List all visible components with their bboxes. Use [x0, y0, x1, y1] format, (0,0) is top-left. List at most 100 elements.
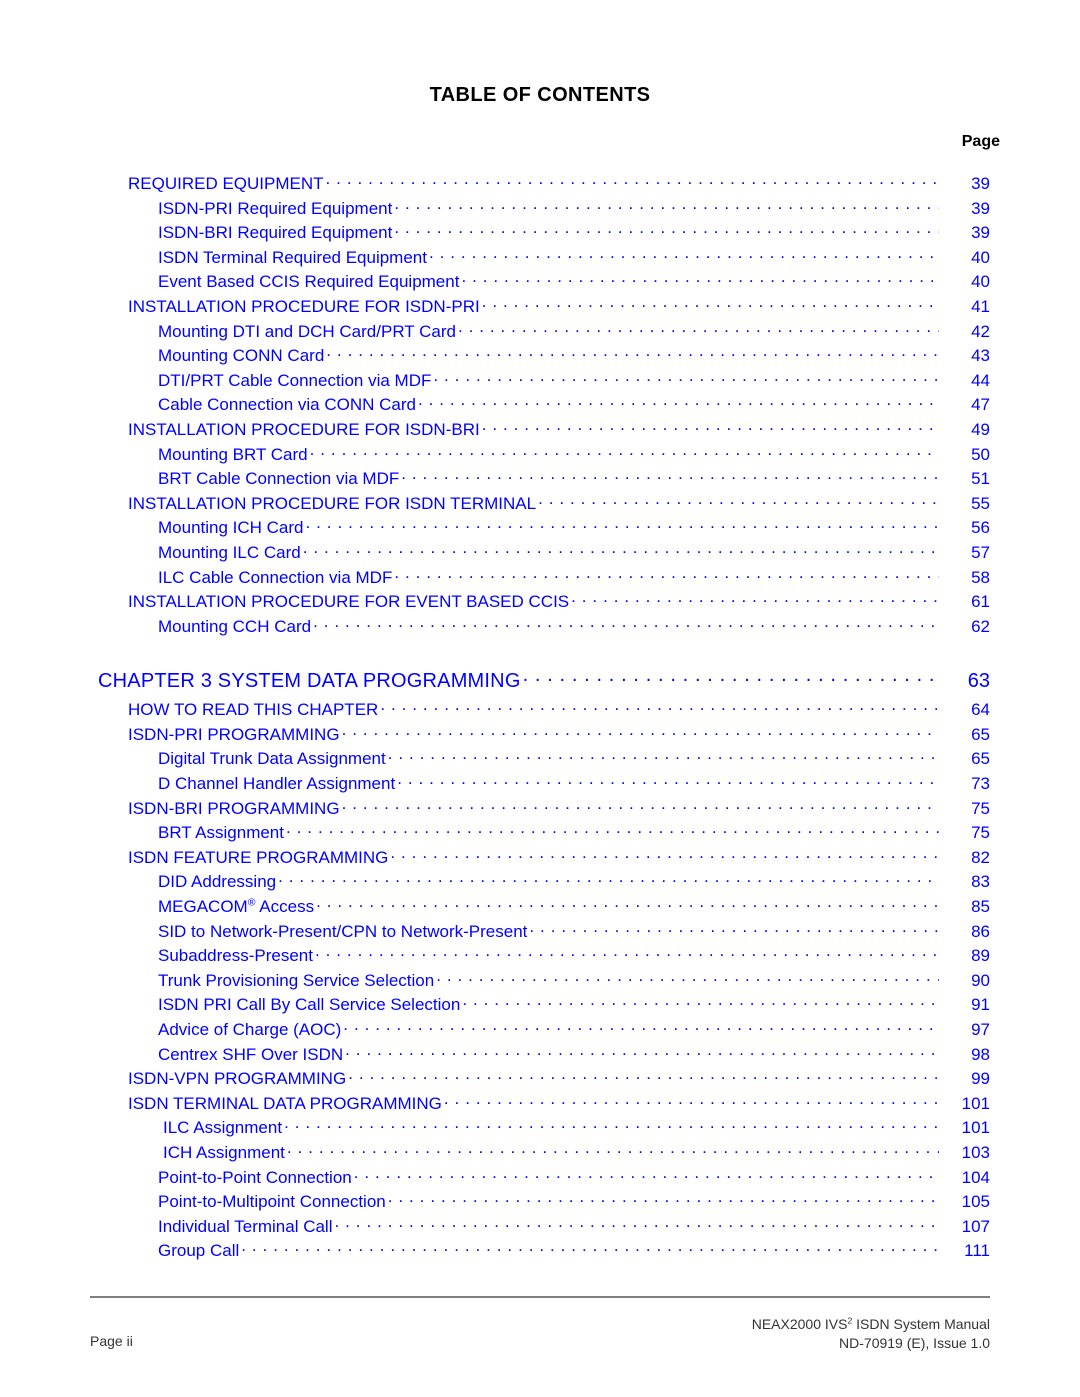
- toc-entry-page-number: 41: [971, 296, 990, 316]
- toc-entry-label: INSTALLATION PROCEDURE FOR ISDN-BRI: [128, 419, 480, 439]
- toc-entry-label: ICH Assignment: [163, 1142, 285, 1162]
- toc-entry-page-number: 39: [971, 174, 990, 193]
- toc-section-entry[interactable]: ISDN TERMINAL DATA PROGRAMMING 101: [0, 1092, 1080, 1117]
- toc-page-cell: 86: [944, 922, 1080, 942]
- toc-entry-page-number: 111: [964, 1241, 990, 1261]
- toc-subsection-entry[interactable]: Cable Connection via CONN Card 47: [0, 393, 1080, 418]
- toc-entry-page-number: 42: [971, 321, 990, 341]
- toc-chapter-entry[interactable]: CHAPTER 3 SYSTEM DATA PROGRAMMING 63: [0, 667, 1080, 698]
- toc-entry-label: Digital Trunk Data Assignment: [158, 749, 386, 769]
- toc-subsection-entry[interactable]: BRT Cable Connection via MDF 51: [0, 467, 1080, 492]
- toc-subsection-entry[interactable]: Mounting CONN Card 43: [0, 344, 1080, 369]
- toc-entry-page-number: 105: [961, 1192, 990, 1212]
- toc-entry-label: ISDN-BRI PROGRAMMING: [128, 798, 340, 818]
- toc-entry-page-number: 44: [971, 370, 990, 390]
- toc-page-cell: 40: [944, 248, 1080, 268]
- toc-entry-page-number: 73: [971, 774, 990, 794]
- toc-page-cell: 83: [944, 872, 1080, 892]
- toc-subsection-entry[interactable]: Mounting CCH Card 62: [0, 615, 1080, 640]
- page-footer: Page ii NEAX2000 IVS2 ISDN System Manual…: [0, 1310, 1080, 1370]
- toc-section-entry[interactable]: INSTALLATION PROCEDURE FOR ISDN-PRI 41: [0, 295, 1080, 320]
- toc-subsection-entry[interactable]: ISDN-BRI Required Equipment 39: [0, 221, 1080, 246]
- toc-page-cell: 99: [944, 1069, 1080, 1089]
- toc-subsection-entry[interactable]: D Channel Handler Assignment 73: [0, 772, 1080, 797]
- toc-section-entry[interactable]: INSTALLATION PROCEDURE FOR ISDN TERMINAL…: [0, 492, 1080, 517]
- toc-page-cell: 65: [944, 725, 1080, 745]
- toc-subsection-entry[interactable]: Advice of Charge (AOC) 97: [0, 1018, 1080, 1043]
- toc-page-cell: 97: [944, 1020, 1080, 1040]
- toc-subsection-entry[interactable]: Subaddress-Present 89: [0, 944, 1080, 969]
- toc-page-cell: 73: [944, 774, 1080, 794]
- toc-entry-label: Mounting DTI and DCH Card/PRT Card: [158, 321, 456, 341]
- dot-leader: [394, 221, 939, 238]
- toc-page-cell: 63: [944, 670, 1080, 693]
- toc-page-cell: 56: [944, 518, 1080, 538]
- toc-subsection-entry[interactable]: DTI/PRT Cable Connection via MDF 44: [0, 369, 1080, 394]
- toc-subsection-entry[interactable]: Mounting ILC Card 57: [0, 541, 1080, 566]
- toc-entry-page-number: 40: [971, 272, 990, 292]
- toc-section-entry[interactable]: ISDN-PRI PROGRAMMING 65: [0, 723, 1080, 748]
- toc-subsection-entry[interactable]: Point-to-Point Connection 104: [0, 1166, 1080, 1191]
- dot-leader: [397, 772, 939, 789]
- toc-page-cell: 41: [944, 297, 1080, 317]
- dot-leader: [287, 1141, 939, 1158]
- toc-subsection-entry[interactable]: ISDN Terminal Required Equipment 40: [0, 246, 1080, 271]
- toc-subsection-entry[interactable]: ISDN-PRI Required Equipment 39: [0, 197, 1080, 222]
- toc-subsection-entry[interactable]: ILC Assignment 101: [0, 1116, 1080, 1141]
- toc-section-entry[interactable]: ISDN-VPN PROGRAMMING 99: [0, 1067, 1080, 1092]
- toc-entry-label: SID to Network-Present/CPN to Network-Pr…: [158, 921, 528, 941]
- toc-entry-label: DID Addressing: [158, 872, 277, 892]
- dot-leader: [538, 492, 939, 509]
- toc-entry-page-number: 39: [971, 198, 990, 218]
- toc-section-entry[interactable]: INSTALLATION PROCEDURE FOR ISDN-BRI 49: [0, 418, 1080, 443]
- toc-subsection-entry[interactable]: ILC Cable Connection via MDF 58: [0, 566, 1080, 591]
- toc-section-entry[interactable]: ISDN-BRI PROGRAMMING 75: [0, 797, 1080, 822]
- toc-page-cell: 39: [944, 199, 1080, 219]
- dot-leader: [326, 172, 939, 189]
- footer-manual-title: NEAX2000 IVS2 ISDN System Manual: [751, 1315, 990, 1332]
- toc-subsection-entry[interactable]: Digital Trunk Data Assignment 65: [0, 747, 1080, 772]
- toc-subsection-entry[interactable]: Group Call 111: [0, 1239, 1080, 1264]
- toc-page-cell: 64: [944, 700, 1080, 720]
- dot-leader: [482, 295, 939, 312]
- toc-subsection-entry[interactable]: Mounting DTI and DCH Card/PRT Card 42: [0, 320, 1080, 345]
- dot-leader: [342, 797, 939, 814]
- dot-leader: [462, 993, 939, 1010]
- toc-page-cell: 47: [944, 395, 1080, 415]
- toc-entry-page-number: 62: [971, 616, 990, 636]
- toc-subsection-entry[interactable]: ICH Assignment 103: [0, 1141, 1080, 1166]
- toc-entry-page-number: 103: [961, 1142, 990, 1162]
- toc-subsection-entry[interactable]: BRT Assignment 75: [0, 821, 1080, 846]
- toc-entry-page-number: 58: [971, 567, 990, 587]
- toc-entry-page-number: 57: [971, 542, 990, 562]
- toc-page-cell: 57: [944, 543, 1080, 563]
- toc-entry-label: Individual Terminal Call: [158, 1216, 333, 1236]
- toc-section-entry[interactable]: HOW TO READ THIS CHAPTER 64: [0, 698, 1080, 723]
- toc-subsection-entry[interactable]: SID to Network-Present/CPN to Network-Pr…: [0, 920, 1080, 945]
- toc-subsection-entry[interactable]: MEGACOM® Access 85: [0, 895, 1080, 920]
- toc-entry-label: ISDN-PRI Required Equipment: [158, 198, 393, 218]
- toc-subsection-entry[interactable]: Point-to-Multipoint Connection 105: [0, 1190, 1080, 1215]
- toc-subsection-entry[interactable]: DID Addressing 83: [0, 870, 1080, 895]
- toc-subsection-entry[interactable]: Event Based CCIS Required Equipment 40: [0, 270, 1080, 295]
- toc-entry-page-number: 91: [971, 995, 990, 1015]
- dot-leader: [241, 1239, 939, 1256]
- dot-leader: [394, 197, 939, 214]
- toc-entry-page-number: 75: [971, 823, 990, 843]
- toc-page-cell: 107: [944, 1217, 1080, 1237]
- toc-page-cell: 101: [944, 1094, 1080, 1114]
- toc-subsection-entry[interactable]: Trunk Provisioning Service Selection 90: [0, 969, 1080, 994]
- toc-subsection-entry[interactable]: Mounting BRT Card 50: [0, 443, 1080, 468]
- toc-entry-page-number: 51: [971, 469, 990, 489]
- toc-subsection-entry[interactable]: Individual Terminal Call 107: [0, 1215, 1080, 1240]
- toc-subsection-entry[interactable]: Centrex SHF Over ISDN 98: [0, 1043, 1080, 1068]
- toc-section-entry[interactable]: REQUIRED EQUIPMENT 39: [0, 172, 1080, 197]
- toc-section-entry[interactable]: ISDN FEATURE PROGRAMMING 82: [0, 846, 1080, 871]
- dot-leader: [316, 895, 939, 912]
- toc-subsection-entry[interactable]: Mounting ICH Card 56: [0, 516, 1080, 541]
- toc-subsection-entry[interactable]: ISDN PRI Call By Call Service Selection 9…: [0, 993, 1080, 1018]
- toc-entry-page-number: 101: [961, 1093, 990, 1113]
- dot-leader: [394, 566, 939, 583]
- toc-section-entry[interactable]: INSTALLATION PROCEDURE FOR EVENT BASED C…: [0, 590, 1080, 615]
- toc-page-cell: 82: [944, 848, 1080, 868]
